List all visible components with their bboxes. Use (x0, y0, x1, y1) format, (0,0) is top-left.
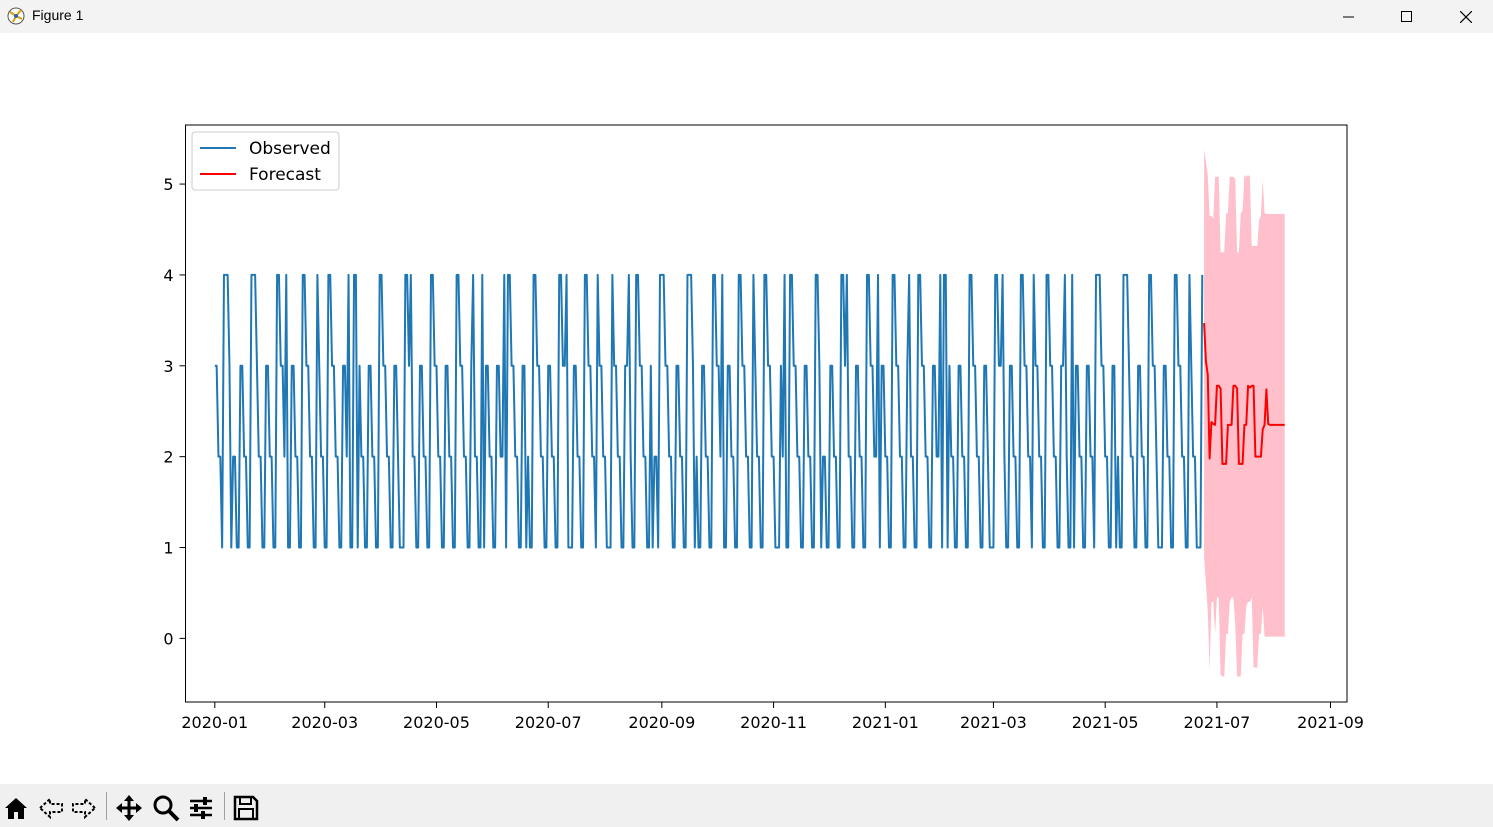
x-tick-label: 2021-07 (1183, 713, 1250, 732)
back-arrow-icon (38, 796, 63, 820)
window-title: Figure 1 (32, 7, 84, 23)
observed-line (214, 273, 1204, 549)
app-icon (7, 7, 25, 25)
x-tick-label: 2021-01 (852, 713, 919, 732)
forward-arrow-icon (72, 796, 97, 820)
x-tick-label: 2020-05 (403, 713, 470, 732)
y-tick-label: 3 (163, 357, 173, 376)
window-titlebar: Figure 1 (0, 0, 1493, 33)
close-icon (1460, 10, 1472, 23)
home-icon (5, 798, 27, 819)
legend-observed-label: Observed (249, 139, 331, 159)
x-axis: 2020-01 2020-03 2020-05 2020-07 2020-09 2020-… (181, 702, 1364, 732)
x-tick-label: 2020-11 (740, 713, 807, 732)
y-tick-label: 1 (163, 539, 173, 558)
chart: 2020-01 2020-03 2020-05 2020-07 2020-09 2020-… (163, 124, 1364, 732)
save-icon (233, 795, 259, 821)
forward-button[interactable] (68, 792, 100, 824)
zoom-button[interactable] (150, 792, 182, 824)
maximize-button[interactable] (1378, 0, 1436, 33)
y-tick-label: 4 (163, 266, 173, 285)
y-tick-label: 2 (163, 448, 173, 467)
y-tick-label: 5 (163, 175, 173, 194)
observed-series-layer (214, 273, 1204, 549)
y-axis: 0 1 2 3 4 5 (163, 175, 186, 648)
toolbar-separator (224, 792, 225, 820)
move-icon (116, 795, 142, 821)
x-tick-label: 2021-03 (960, 713, 1027, 732)
legend: Observed Forecast (191, 131, 340, 191)
x-tick-label: 2020-01 (181, 713, 248, 732)
figure-canvas[interactable]: 2020-01 2020-03 2020-05 2020-07 2020-09 2020-… (0, 33, 1493, 784)
pan-button[interactable] (113, 792, 145, 824)
y-tick-label: 0 (163, 629, 173, 648)
toolbar-separator (106, 792, 107, 820)
home-button[interactable] (0, 792, 32, 824)
legend-forecast-label: Forecast (249, 165, 321, 185)
back-button[interactable] (35, 792, 67, 824)
sliders-icon (190, 797, 212, 819)
minimize-icon (1343, 16, 1354, 17)
x-tick-label: 2021-09 (1297, 713, 1364, 732)
save-button[interactable] (230, 792, 262, 824)
minimize-button[interactable] (1320, 0, 1378, 33)
close-button[interactable] (1437, 0, 1493, 33)
configure-button[interactable] (185, 792, 217, 824)
x-tick-label: 2020-03 (291, 713, 358, 732)
x-tick-label: 2020-07 (515, 713, 582, 732)
x-tick-label: 2021-05 (1072, 713, 1139, 732)
maximize-icon (1401, 10, 1412, 22)
zoom-icon (153, 795, 180, 822)
x-tick-label: 2020-09 (628, 713, 695, 732)
navigation-toolbar (0, 784, 1493, 827)
